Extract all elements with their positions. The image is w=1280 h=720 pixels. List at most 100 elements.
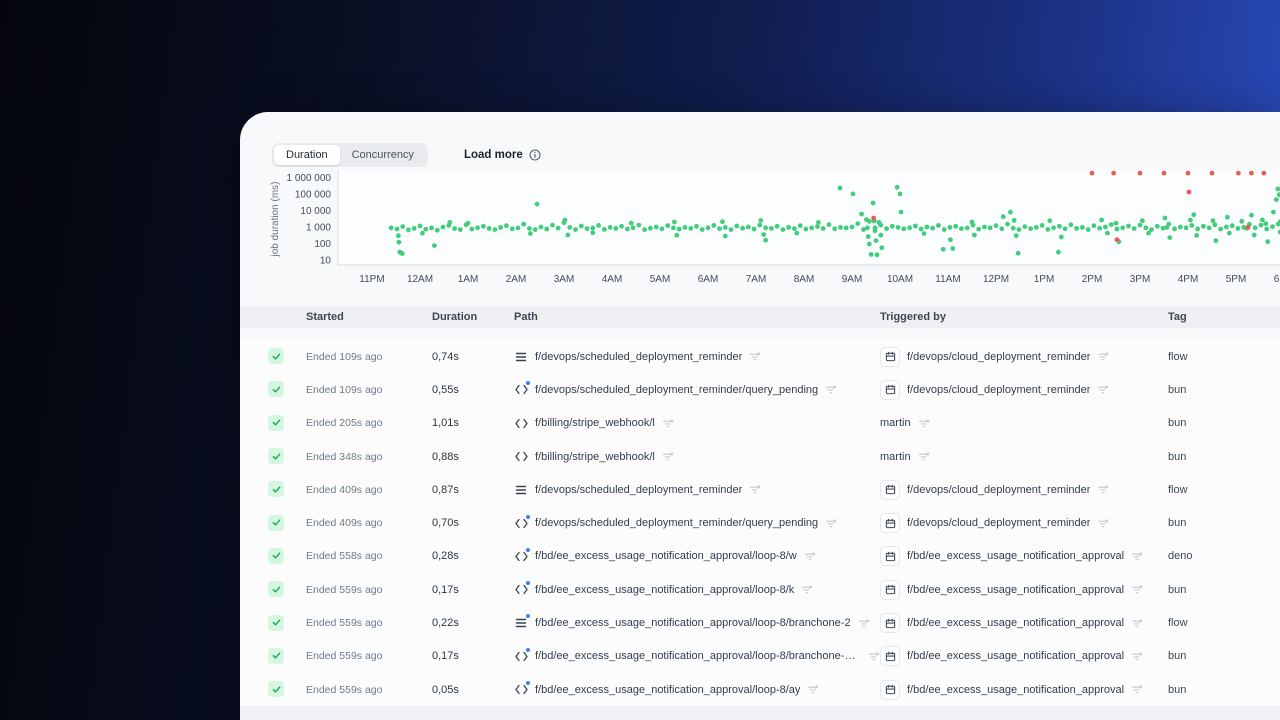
triggered-by-link[interactable]: f/devops/cloud_deployment_reminder (907, 384, 1090, 396)
filter-by-trigger-icon[interactable] (1097, 384, 1109, 395)
filter-by-path-icon[interactable] (858, 618, 870, 629)
job-success-icon (268, 381, 284, 398)
triggered-by-link[interactable]: f/bd/ee_excess_usage_notification_approv… (907, 584, 1124, 596)
filter-by-path-icon[interactable] (662, 418, 674, 429)
triggered-by-cell: f/devops/cloud_deployment_reminder (880, 346, 1168, 367)
filter-by-path-icon[interactable] (825, 384, 837, 395)
triggered-by-link[interactable]: f/devops/cloud_deployment_reminder (907, 484, 1090, 496)
duration-cell: 0,55s (432, 383, 459, 396)
tag-cell: flow (1168, 350, 1188, 363)
filter-by-trigger-icon[interactable] (1131, 651, 1143, 662)
code-icon (514, 514, 530, 529)
new-version-dot (526, 581, 530, 586)
table-header-duration: Duration (432, 311, 478, 323)
status-cell (268, 414, 306, 432)
path-cell: f/devops/scheduled_deployment_reminder (514, 484, 880, 496)
runs-panel: Duration Concurrency Load more 1 000 000… (240, 112, 1280, 720)
path-link[interactable]: f/billing/stripe_webhook/l (535, 451, 655, 463)
tab-duration[interactable]: Duration (274, 145, 340, 165)
job-success-icon (268, 414, 284, 431)
path-link[interactable]: f/devops/scheduled_deployment_reminder (535, 351, 742, 363)
table-row[interactable]: Ended 409s ago 0,87s f/devops/scheduled_de… (240, 473, 1280, 507)
filter-by-trigger-icon[interactable] (1131, 618, 1143, 629)
triggered-by-link[interactable]: f/bd/ee_excess_usage_notification_approv… (907, 650, 1124, 662)
status-cell (268, 647, 306, 665)
filter-by-path-icon[interactable] (662, 451, 674, 462)
svg-text:6AM: 6AM (698, 274, 719, 285)
table-row[interactable]: Ended 109s ago 0,55s f/devops/scheduled_de… (240, 373, 1280, 407)
table-row[interactable]: Ended 348s ago 0,88s f/billing/stripe_webh… (240, 439, 1280, 474)
path-cell: f/devops/scheduled_deployment_reminder (514, 351, 880, 363)
svg-text:3AM: 3AM (554, 274, 575, 285)
filter-by-path-icon[interactable] (801, 584, 813, 595)
info-icon[interactable] (529, 149, 541, 161)
job-success-icon (268, 581, 284, 598)
status-cell (268, 581, 306, 599)
started-cell: Ended 348s ago (306, 450, 383, 463)
started-cell: Ended 109s ago (306, 350, 383, 363)
triggered-by-link[interactable]: f/devops/cloud_deployment_reminder (907, 351, 1090, 363)
triggered-by-cell: f/bd/ee_excess_usage_notification_approv… (880, 579, 1168, 600)
table-row[interactable]: Ended 559s ago 0,17s f/bd/ee_excess_usage_… (240, 573, 1280, 607)
filter-by-path-icon[interactable] (804, 551, 816, 562)
filter-by-path-icon[interactable] (868, 651, 880, 662)
filter-by-trigger-icon[interactable] (1097, 484, 1109, 495)
started-cell: Ended 559s ago (306, 617, 383, 630)
load-more-button[interactable]: Load more (464, 149, 541, 161)
filter-by-trigger-icon[interactable] (1097, 518, 1109, 529)
path-link[interactable]: f/bd/ee_excess_usage_notification_approv… (535, 684, 800, 696)
path-cell: f/billing/stripe_webhook/l (514, 451, 880, 463)
filter-by-trigger-icon[interactable] (1097, 351, 1109, 362)
duration-cell: 0,74s (432, 350, 459, 363)
schedule-icon (880, 346, 900, 367)
triggered-by-link[interactable]: f/bd/ee_excess_usage_notification_approv… (907, 617, 1124, 629)
triggered-by-cell: f/devops/cloud_deployment_reminder (880, 479, 1168, 500)
load-more-label: Load more (463, 149, 523, 161)
filter-by-path-icon[interactable] (749, 484, 761, 495)
triggered-by-link[interactable]: martin (880, 451, 911, 463)
triggered-by-link[interactable]: f/bd/ee_excess_usage_notification_approv… (907, 684, 1124, 696)
path-link[interactable]: f/billing/stripe_webhook/l (535, 417, 655, 429)
triggered-by-cell: f/bd/ee_excess_usage_notification_approv… (880, 546, 1168, 567)
svg-text:1 000: 1 000 (306, 223, 331, 234)
svg-text:6PM: 6PM (1274, 274, 1280, 285)
filter-by-trigger-icon[interactable] (1131, 684, 1143, 695)
filter-by-trigger-icon[interactable] (1131, 551, 1143, 562)
path-link[interactable]: f/devops/scheduled_deployment_reminder/q… (535, 517, 818, 529)
table-row[interactable]: Ended 109s ago 0,74s f/devops/scheduled_de… (240, 340, 1280, 374)
filter-by-trigger-icon[interactable] (1131, 584, 1143, 595)
triggered-by-link[interactable]: martin (880, 417, 911, 429)
tag-cell: bun (1168, 650, 1187, 663)
path-cell: f/bd/ee_excess_usage_notification_approv… (514, 547, 880, 562)
table-row[interactable]: Ended 205s ago 1,01s f/billing/stripe_webh… (240, 406, 1280, 440)
schedule-icon (880, 613, 900, 634)
path-link[interactable]: f/bd/ee_excess_usage_notification_approv… (535, 550, 797, 562)
table-row[interactable]: Ended 409s ago 0,70s f/devops/scheduled_de… (240, 506, 1280, 540)
table-row[interactable]: Ended 558s ago 0,28s f/bd/ee_excess_usage_… (240, 539, 1280, 574)
code-icon (514, 451, 528, 462)
filter-by-path-icon[interactable] (749, 351, 761, 362)
tag-cell: flow (1168, 617, 1188, 630)
filter-by-trigger-icon[interactable] (918, 418, 930, 429)
path-link[interactable]: f/bd/ee_excess_usage_notification_approv… (535, 650, 861, 662)
tab-concurrency[interactable]: Concurrency (340, 145, 426, 165)
triggered-by-link[interactable]: f/devops/cloud_deployment_reminder (907, 517, 1090, 529)
table-row[interactable]: Ended 559s ago 0,17s f/bd/ee_excess_usage_… (240, 639, 1280, 673)
filter-by-path-icon[interactable] (807, 684, 819, 695)
job-success-icon (268, 514, 284, 531)
status-cell (268, 614, 306, 632)
path-link[interactable]: f/devops/scheduled_deployment_reminder (535, 484, 742, 496)
filter-by-path-icon[interactable] (825, 518, 837, 529)
path-link[interactable]: f/devops/scheduled_deployment_reminder/q… (535, 384, 818, 396)
started-cell: Ended 109s ago (306, 383, 383, 396)
path-link[interactable]: f/bd/ee_excess_usage_notification_approv… (535, 617, 851, 629)
schedule-icon (880, 479, 900, 500)
table-row[interactable]: Ended 559s ago 0,22s f/bd/ee_excess_usage_… (240, 606, 1280, 640)
filter-by-trigger-icon[interactable] (918, 451, 930, 462)
chart-toolbar: Duration Concurrency Load more (272, 143, 541, 167)
path-link[interactable]: f/bd/ee_excess_usage_notification_approv… (535, 584, 794, 596)
tag-cell: flow (1168, 483, 1188, 496)
triggered-by-link[interactable]: f/bd/ee_excess_usage_notification_approv… (907, 550, 1124, 562)
svg-text:10: 10 (320, 256, 332, 267)
table-row[interactable]: Ended 559s ago 0,05s f/bd/ee_excess_usage_… (240, 672, 1280, 707)
